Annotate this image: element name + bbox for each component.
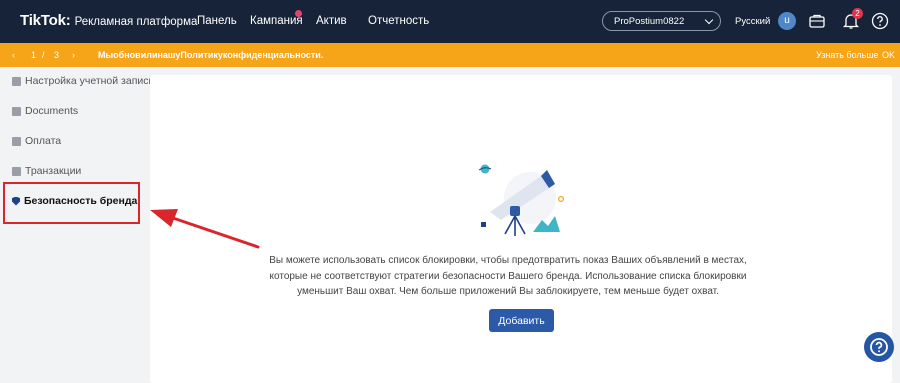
sidebar-item-payment[interactable]: Оплата bbox=[12, 135, 61, 147]
banner-message: МыобновилинашуПолитикуконфиденциальности… bbox=[98, 50, 324, 60]
sidebar-item-account-settings[interactable]: Настройка учетной записи bbox=[12, 75, 154, 87]
help-icon[interactable] bbox=[871, 12, 889, 30]
add-button[interactable]: Добавить bbox=[489, 309, 554, 332]
annotation-highlight-box bbox=[3, 182, 140, 224]
account-selector[interactable]: ProPostium0822 bbox=[602, 11, 721, 31]
tiktok-logo[interactable]: TikTok: Рекламная платформа bbox=[20, 12, 197, 29]
banner-page-separator: / bbox=[42, 50, 45, 60]
briefcase-icon[interactable] bbox=[808, 12, 826, 30]
sidebar: Настройка учетной записи Documents Оплат… bbox=[0, 67, 154, 383]
small-circle-shape bbox=[557, 195, 564, 202]
banner-learn-more-link[interactable]: Узнать больше bbox=[816, 50, 879, 60]
privacy-banner: ‹ 1 / 3 › МыобновилинашуПолитикуконфиден… bbox=[0, 43, 900, 67]
nav-reporting[interactable]: Отчетность bbox=[368, 15, 429, 27]
nav-campaign[interactable]: Кампания bbox=[250, 15, 303, 27]
document-icon bbox=[12, 106, 21, 116]
logo-main: TikTok bbox=[20, 12, 66, 29]
logo-colon: : bbox=[65, 12, 71, 29]
help-floating-button[interactable] bbox=[864, 332, 894, 362]
nav-dashboard[interactable]: Панель bbox=[197, 15, 237, 27]
campaign-plus-badge bbox=[295, 10, 302, 17]
banner-ok-button[interactable]: OK bbox=[882, 50, 895, 60]
wallet-icon bbox=[12, 136, 21, 146]
help-icon bbox=[870, 338, 888, 356]
square-shape bbox=[481, 222, 486, 227]
avatar[interactable]: u bbox=[778, 12, 796, 30]
banner-prev-button[interactable]: ‹ bbox=[12, 50, 15, 60]
brand-safety-description: Вы можете использовать список блокировки… bbox=[269, 255, 747, 297]
notification-count-badge: 2 bbox=[852, 8, 863, 19]
sidebar-item-transactions[interactable]: Транзакции bbox=[12, 165, 81, 177]
account-name: ProPostium0822 bbox=[614, 16, 685, 27]
telescope-mount bbox=[510, 206, 520, 216]
banner-page-current: 1 bbox=[31, 50, 37, 60]
sidebar-item-documents[interactable]: Documents bbox=[12, 105, 78, 117]
language-selector[interactable]: Русский bbox=[735, 16, 770, 27]
logo-sub: Рекламная платформа bbox=[74, 16, 198, 28]
sidebar-item-label: Настройка учетной записи bbox=[25, 75, 155, 87]
settings-icon bbox=[12, 76, 21, 86]
sidebar-item-label: Транзакции bbox=[25, 165, 82, 177]
nav-assets[interactable]: Актив bbox=[316, 15, 347, 27]
transactions-icon bbox=[12, 166, 21, 176]
sidebar-item-label: Documents bbox=[25, 105, 79, 117]
banner-next-button[interactable]: › bbox=[72, 50, 75, 60]
chevron-down-icon bbox=[704, 15, 714, 25]
sidebar-item-label: Оплата bbox=[25, 135, 62, 147]
banner-page-total: 3 bbox=[54, 50, 60, 60]
telescope-illustration bbox=[478, 164, 564, 236]
top-nav-bar: TikTok: Рекламная платформа Панель Кампа… bbox=[0, 0, 900, 43]
